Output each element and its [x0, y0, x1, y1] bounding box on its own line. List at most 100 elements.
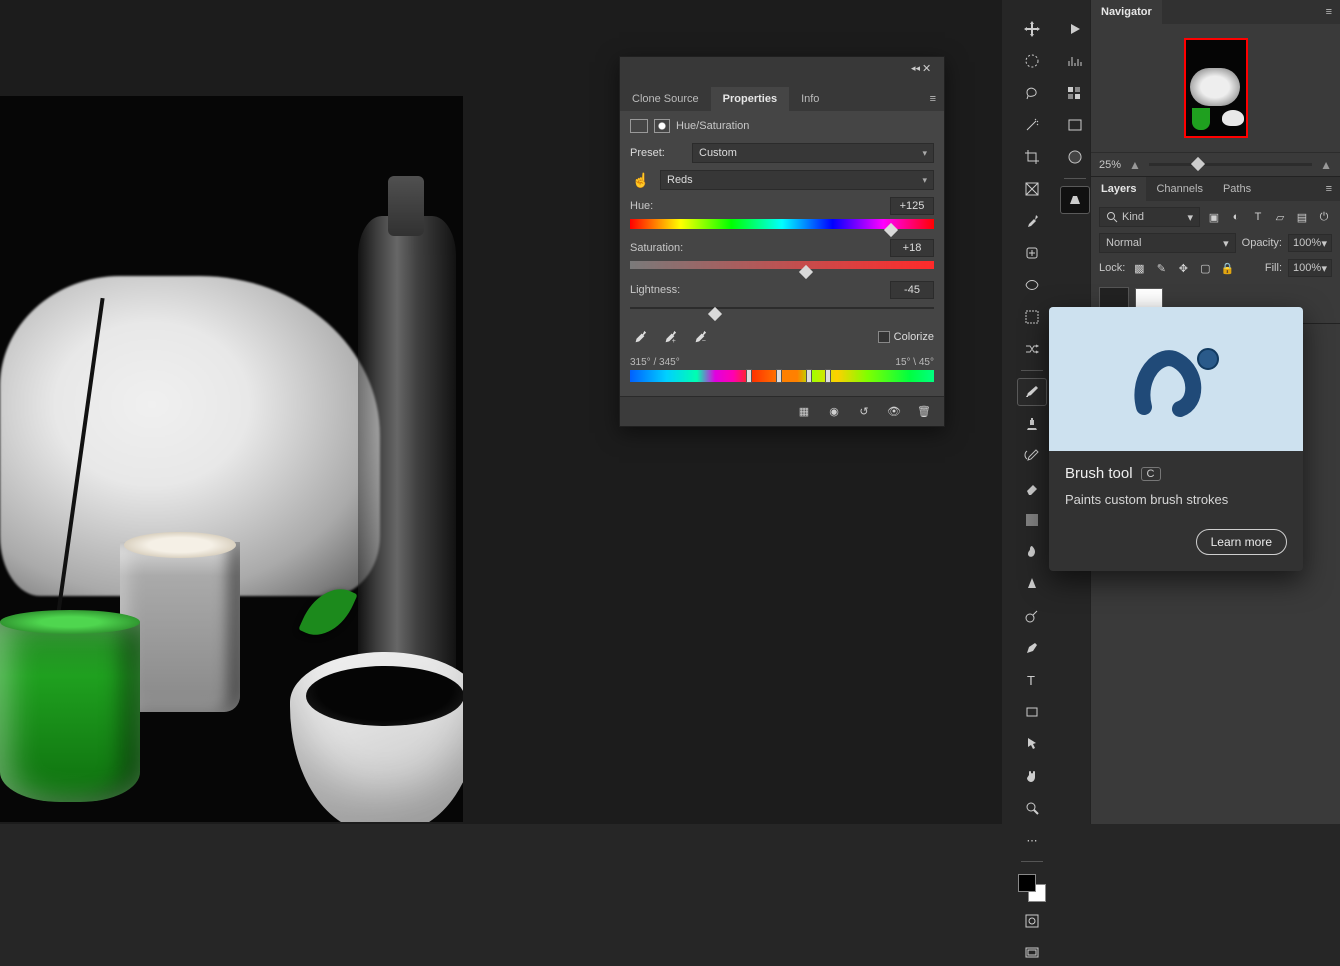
smudge-tool-icon[interactable] [1018, 539, 1046, 565]
pen-tool-icon[interactable] [1018, 635, 1046, 661]
panel-menu-icon[interactable]: ≡ [1318, 2, 1340, 22]
gradient-tool-icon[interactable] [1018, 507, 1046, 533]
more-tools-icon[interactable]: ⋯ [1018, 827, 1046, 853]
foreground-swatch[interactable] [1018, 874, 1036, 892]
lock-transparency-icon[interactable]: ▩ [1131, 260, 1147, 276]
eraser-tool-icon[interactable] [1018, 475, 1046, 501]
zoom-in-icon[interactable]: ▲ [1320, 158, 1332, 172]
filter-adjust-icon[interactable]: ◐ [1228, 209, 1244, 225]
perspective-crop-icon[interactable] [1018, 304, 1046, 330]
shuffle-icon[interactable] [1018, 336, 1046, 362]
perspective-panel-icon[interactable] [1061, 187, 1089, 213]
close-icon[interactable]: ✕ [922, 62, 938, 78]
lasso-tool-icon[interactable] [1018, 80, 1046, 106]
hue-value[interactable]: +125 [890, 197, 934, 215]
brush-tool-icon[interactable] [1018, 379, 1046, 405]
lock-all-icon[interactable]: 🔒 [1219, 260, 1235, 276]
history-brush-tool-icon[interactable] [1018, 443, 1046, 469]
dodge-tool-icon[interactable] [1018, 603, 1046, 629]
path-select-tool-icon[interactable] [1018, 731, 1046, 757]
lock-pixels-icon[interactable]: ✎ [1153, 260, 1169, 276]
move-tool-icon[interactable] [1018, 16, 1046, 42]
filter-toggle-icon[interactable]: ⏻ [1316, 209, 1332, 225]
panel-titlebar[interactable]: ◂◂ ✕ [620, 57, 944, 87]
channel-value: Reds [667, 174, 693, 186]
hand-tool-icon[interactable] [1018, 763, 1046, 789]
color-range-slider[interactable] [630, 370, 934, 382]
colorize-checkbox[interactable]: Colorize [878, 331, 934, 343]
rectangle-tool-icon[interactable] [1018, 699, 1046, 725]
preset-value: Custom [699, 147, 737, 159]
info-panel-icon[interactable] [1061, 112, 1089, 138]
filter-smart-icon[interactable]: ▤ [1294, 209, 1310, 225]
tab-layers[interactable]: Layers [1091, 177, 1146, 201]
screenmode-icon[interactable] [1018, 940, 1046, 966]
eyedropper-add-icon[interactable]: + [660, 327, 680, 347]
panel-menu-icon[interactable]: ≡ [1318, 179, 1340, 199]
channel-select[interactable]: Reds ▾ [660, 170, 934, 190]
properties-panel[interactable]: ◂◂ ✕ Clone Source Properties Info ≡ Hue/… [619, 56, 945, 427]
saturation-value[interactable]: +18 [890, 239, 934, 257]
targeted-adjust-icon[interactable]: ☝ [630, 169, 652, 191]
clone-stamp-tool-icon[interactable] [1018, 411, 1046, 437]
view-previous-icon[interactable]: ◉ [826, 404, 842, 420]
tab-info[interactable]: Info [789, 87, 831, 111]
zoom-value[interactable]: 25% [1099, 159, 1121, 171]
saturation-slider[interactable] [630, 261, 934, 271]
filter-shape-icon[interactable]: ▱ [1272, 209, 1288, 225]
layers-panel: Layers Channels Paths ≡ Kind ▾ ▣ ◐ T ▱ ▤… [1091, 177, 1340, 324]
trash-icon[interactable]: 🗑 [916, 404, 932, 420]
collapse-icon[interactable]: ◂◂ [911, 63, 920, 74]
opacity-value[interactable]: 100%▾ [1288, 234, 1332, 252]
blend-mode-select[interactable]: Normal▾ [1099, 233, 1236, 253]
filter-type-icon[interactable]: T [1250, 209, 1266, 225]
lock-artboard-icon[interactable]: ▢ [1197, 260, 1213, 276]
magic-wand-tool-icon[interactable] [1018, 112, 1046, 138]
filter-pixel-icon[interactable]: ▣ [1206, 209, 1222, 225]
eyedropper-tool-icon[interactable] [1018, 208, 1046, 234]
histogram-icon[interactable] [1061, 48, 1089, 74]
quickmask-icon[interactable] [1018, 908, 1046, 934]
adjustment-thumb-icon [630, 119, 648, 133]
play-icon[interactable] [1061, 16, 1089, 42]
navigator-thumbnail[interactable] [1091, 24, 1340, 152]
lightness-value[interactable]: -45 [890, 281, 934, 299]
color-swatches[interactable] [1018, 874, 1046, 902]
reset-icon[interactable]: ↺ [856, 404, 872, 420]
checkbox-icon [878, 331, 890, 343]
swatches-panel-icon[interactable] [1061, 80, 1089, 106]
tab-navigator[interactable]: Navigator [1091, 0, 1162, 24]
sharpen-tool-icon[interactable] [1018, 571, 1046, 597]
lock-position-icon[interactable]: ✥ [1175, 260, 1191, 276]
tab-clone-source[interactable]: Clone Source [620, 87, 711, 111]
photo-content [0, 96, 463, 822]
color-wheel-icon[interactable] [1061, 144, 1089, 170]
hue-slider[interactable] [630, 219, 934, 229]
zoom-tool-icon[interactable] [1018, 795, 1046, 821]
tab-properties[interactable]: Properties [711, 87, 789, 111]
type-tool-icon[interactable]: T [1018, 667, 1046, 693]
lightness-slider[interactable] [630, 307, 934, 317]
learn-more-button[interactable]: Learn more [1196, 529, 1287, 555]
layer-filter-select[interactable]: Kind ▾ [1099, 207, 1200, 227]
navigator-proxy[interactable] [1184, 38, 1248, 138]
tab-paths[interactable]: Paths [1213, 177, 1261, 201]
search-icon [1106, 211, 1118, 223]
preset-select[interactable]: Custom ▾ [692, 143, 934, 163]
healing-brush-tool-icon[interactable] [1018, 240, 1046, 266]
visibility-icon[interactable]: 👁 [886, 404, 902, 420]
eyedropper-icon[interactable] [630, 327, 650, 347]
tab-channels[interactable]: Channels [1146, 177, 1212, 201]
zoom-out-icon[interactable]: ▲ [1129, 158, 1141, 172]
eyedropper-subtract-icon[interactable]: − [690, 327, 710, 347]
adjustment-header: Hue/Saturation [630, 119, 934, 133]
fill-value[interactable]: 100%▾ [1288, 259, 1332, 277]
photo-viewport[interactable] [0, 96, 463, 822]
panel-menu-icon[interactable]: ≡ [922, 87, 944, 111]
clip-to-layer-icon[interactable]: ▦ [796, 404, 812, 420]
marquee-tool-icon[interactable] [1018, 48, 1046, 74]
patch-tool-icon[interactable] [1018, 272, 1046, 298]
zoom-slider[interactable] [1149, 163, 1312, 166]
frame-tool-icon[interactable] [1018, 176, 1046, 202]
crop-tool-icon[interactable] [1018, 144, 1046, 170]
